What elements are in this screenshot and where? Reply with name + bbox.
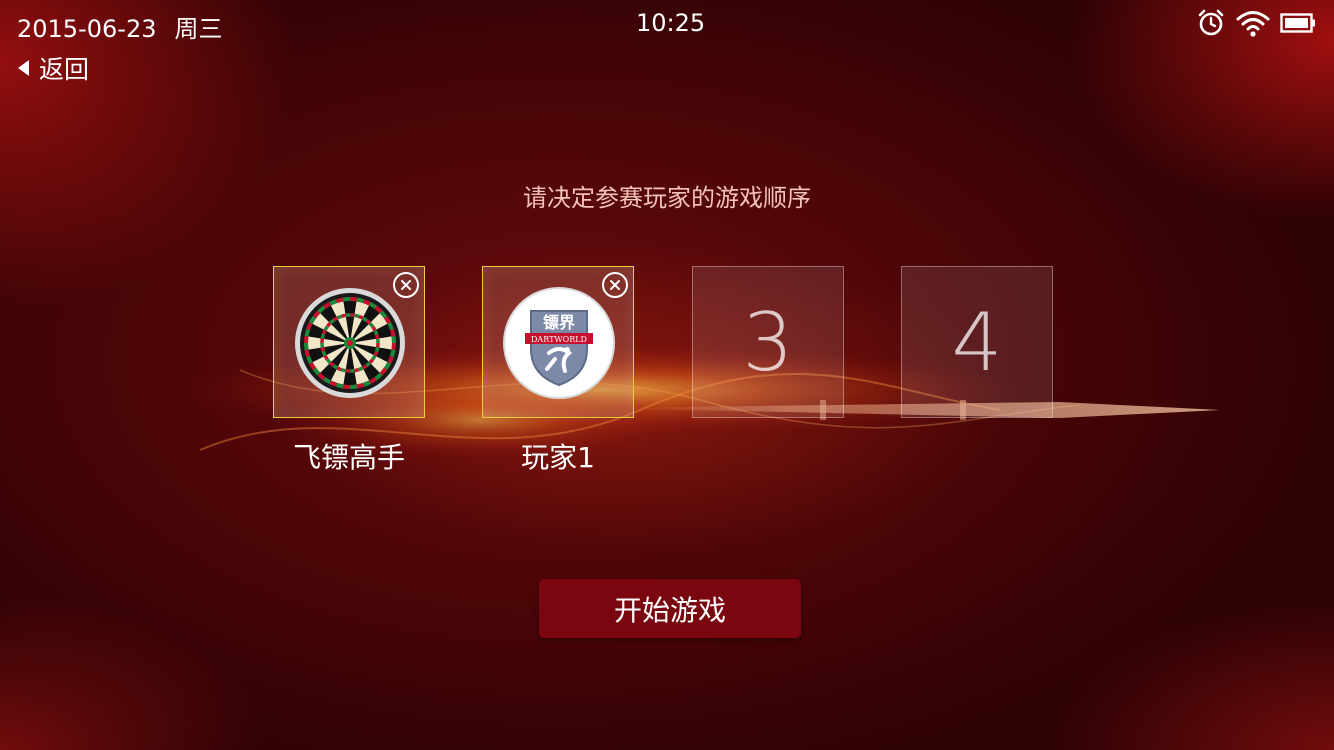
alarm-icon <box>1198 9 1224 36</box>
dartworld-logo-avatar: 镖界 DARTWORLD <box>503 287 615 399</box>
status-date: 2015-06-23 周三 <box>17 9 222 44</box>
start-game-button[interactable]: 开始游戏 <box>539 579 801 638</box>
logo-text-en: DARTWORLD <box>531 335 587 344</box>
slot-number-4: 4 <box>951 295 1003 389</box>
back-button[interactable]: 返回 <box>18 50 89 86</box>
order-prompt: 请决定参赛玩家的游戏顺序 <box>523 184 811 212</box>
wifi-icon <box>1236 11 1270 37</box>
dartboard-avatar <box>294 287 406 399</box>
player-slot-2[interactable]: 镖界 DARTWORLD <box>482 266 634 418</box>
back-arrow-icon <box>18 60 29 76</box>
battery-icon <box>1280 13 1315 33</box>
slot-number-3: 3 <box>742 295 794 389</box>
status-weekday: 周三 <box>174 15 223 43</box>
close-icon <box>610 280 620 290</box>
close-icon <box>401 280 411 290</box>
status-date-text: 2015-06-23 <box>17 15 157 43</box>
logo-text-cn: 镖界 <box>543 313 575 332</box>
status-time: 10:25 <box>636 9 706 37</box>
player-slot-3[interactable]: 3 <box>692 266 844 418</box>
remove-player-button-1[interactable] <box>393 272 419 298</box>
player-name-1: 飞镖高手 <box>292 441 405 474</box>
dartworld-logo-icon: 镖界 DARTWORLD <box>503 287 615 399</box>
player-name-2: 玩家1 <box>521 441 595 474</box>
remove-player-button-2[interactable] <box>602 272 628 298</box>
status-icons <box>1196 8 1316 38</box>
player-slot-4[interactable]: 4 <box>901 266 1053 418</box>
player-slot-1[interactable] <box>273 266 425 418</box>
dartboard-icon <box>295 288 405 398</box>
background-glow-top-right <box>900 0 1334 300</box>
background-glow-bottom-left <box>0 500 460 750</box>
back-label: 返回 <box>39 55 90 84</box>
background-glow-bottom-right <box>880 520 1334 750</box>
